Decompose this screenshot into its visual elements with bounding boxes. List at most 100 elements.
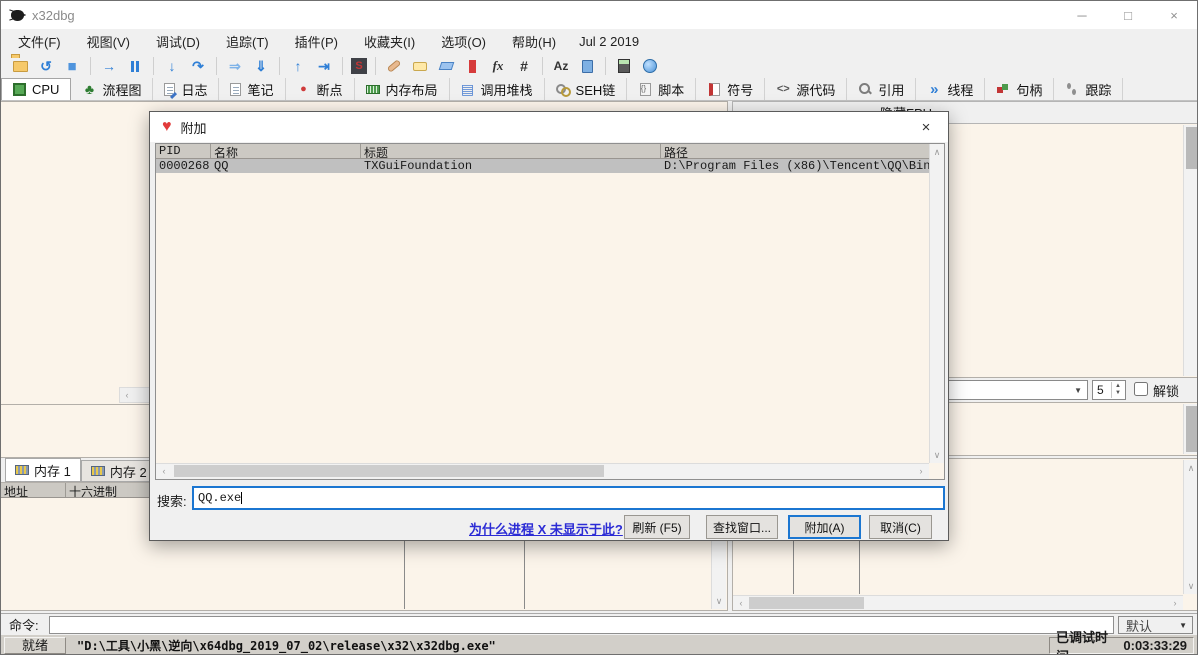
column-name[interactable]: 名称 [211, 144, 361, 158]
maximize-button[interactable]: □ [1105, 1, 1151, 29]
scroll-down-icon[interactable]: ∨ [712, 594, 726, 608]
scroll-up-icon[interactable]: ∧ [930, 145, 944, 159]
tab-memory-2[interactable]: 内存 2 [81, 460, 157, 482]
update-icon[interactable] [577, 57, 597, 76]
execute-till-return-icon[interactable]: ↑ [288, 57, 308, 76]
tab-threads[interactable]: »线程 [916, 78, 985, 100]
rows-spinner[interactable]: 5 ▲▼ [1092, 380, 1126, 400]
process-name: QQ [211, 159, 361, 173]
menu-help[interactable]: 帮助(H) [499, 29, 569, 54]
tab-call-stack[interactable]: ▤调用堆栈 [450, 78, 545, 100]
tab-handles[interactable]: 句柄 [985, 78, 1054, 100]
column-pid[interactable]: PID [156, 144, 211, 158]
scroll-left-icon[interactable]: ‹ [120, 388, 134, 402]
tab-seh-chain[interactable]: SEH链 [545, 78, 628, 100]
tab-script[interactable]: {}脚本 [627, 78, 696, 100]
tab-trace[interactable]: 跟踪 [1054, 78, 1123, 100]
command-bar: 命令: 默认 ▼ [1, 613, 1197, 635]
registers-vscrollbar[interactable] [1183, 125, 1198, 376]
seh-setup-icon[interactable]: S [351, 58, 367, 74]
stop-icon[interactable]: ■ [62, 57, 82, 76]
ram-icon [15, 465, 29, 475]
stack-hscrollbar[interactable]: ‹ › [733, 595, 1183, 610]
comments-icon[interactable] [410, 57, 430, 76]
menu-plugins[interactable]: 插件(P) [282, 29, 351, 54]
stack-vscrollbar[interactable]: ∧ ∨ [1183, 460, 1198, 594]
status-state: 就绪 [4, 637, 66, 654]
step-over-icon[interactable]: ↷ [188, 57, 208, 76]
process-list[interactable]: PID 名称 标题 路径 0000268C QQ TXGuiFoundation… [155, 143, 945, 480]
tab-breakpoints[interactable]: ●断点 [286, 78, 355, 100]
spinner-arrows-icon[interactable]: ▲▼ [1111, 382, 1124, 398]
restart-icon[interactable]: ↺ [36, 57, 56, 76]
scroll-left-icon[interactable]: ‹ [735, 596, 747, 610]
scroll-up-icon[interactable]: ∧ [1184, 461, 1198, 475]
process-list-hscrollbar[interactable]: ‹ › [156, 463, 929, 479]
process-list-vscrollbar[interactable]: ∧ ∨ [929, 144, 944, 463]
tab-symbols[interactable]: 符号 [696, 78, 765, 100]
menu-trace[interactable]: 追踪(T) [213, 29, 282, 54]
open-file-icon[interactable] [10, 57, 30, 76]
search-input[interactable]: QQ.exe [192, 486, 945, 510]
tab-cpu[interactable]: CPU [1, 78, 71, 100]
arguments-vscrollbar[interactable] [1183, 404, 1198, 454]
log-icon [164, 83, 175, 96]
menu-build-date[interactable]: Jul 2 2019 [569, 31, 649, 52]
dialog-close-button[interactable]: × [904, 112, 948, 142]
step-into-icon[interactable]: ↓ [162, 57, 182, 76]
calculator-icon[interactable] [614, 57, 634, 76]
tab-source[interactable]: <>源代码 [765, 78, 847, 100]
scroll-right-icon[interactable]: › [1169, 596, 1181, 610]
tab-graph[interactable]: ♣流程图 [71, 78, 153, 100]
minimize-button[interactable]: ─ [1059, 1, 1105, 29]
toolbar-separator [605, 57, 606, 75]
command-input[interactable] [49, 616, 1114, 634]
scroll-left-icon[interactable]: ‹ [158, 464, 170, 478]
column-address[interactable]: 地址 [1, 483, 66, 497]
menu-view[interactable]: 视图(V) [74, 29, 143, 54]
close-button[interactable]: × [1151, 1, 1197, 29]
run-to-user-code-icon[interactable]: ⇥ [314, 57, 334, 76]
title-bar: x32dbg ─ □ × [1, 1, 1197, 29]
language-icon[interactable] [640, 57, 660, 76]
assemble-icon[interactable]: Az [551, 57, 571, 76]
pause-icon[interactable] [125, 57, 145, 76]
debug-time-value: 0:03:33:29 [1123, 638, 1187, 653]
menu-debug[interactable]: 调试(D) [143, 29, 213, 54]
scroll-thumb[interactable] [1186, 127, 1197, 169]
why-not-shown-link[interactable]: 为什么进程 X 未显示于此? [469, 519, 623, 538]
tab-log[interactable]: 日志 [153, 78, 219, 100]
scroll-right-icon[interactable]: › [915, 464, 927, 478]
scroll-down-icon[interactable]: ∨ [1184, 579, 1198, 593]
profile-dropdown[interactable]: 默认 ▼ [1118, 616, 1193, 634]
scroll-thumb[interactable] [1186, 406, 1197, 452]
attach-dialog-title: 附加 [181, 118, 207, 137]
scroll-thumb[interactable] [174, 465, 604, 477]
functions-icon[interactable]: fx [488, 57, 508, 76]
scroll-down-icon[interactable]: ∨ [930, 448, 944, 462]
run-icon[interactable]: → [99, 57, 119, 76]
process-title: TXGuiFoundation [361, 159, 661, 173]
column-path[interactable]: 路径 [661, 144, 944, 158]
bookmarks-icon[interactable] [462, 57, 482, 76]
unlock-checkbox[interactable] [1134, 382, 1148, 396]
column-title[interactable]: 标题 [361, 144, 661, 158]
process-row-selected[interactable]: 0000268C QQ TXGuiFoundation D:\Program F… [156, 159, 944, 173]
labels-icon[interactable] [436, 57, 456, 76]
tab-memory-1[interactable]: 内存 1 [5, 458, 81, 482]
menu-options[interactable]: 选项(O) [428, 29, 499, 54]
attach-button[interactable]: 附加(A) [788, 515, 861, 539]
scroll-thumb[interactable] [749, 597, 864, 609]
trace-over-icon[interactable]: ⇓ [251, 57, 271, 76]
tab-memory-map[interactable]: 内存布局 [355, 78, 450, 100]
refresh-button[interactable]: 刷新 (F5) [624, 515, 690, 539]
tab-references[interactable]: 引用 [847, 78, 916, 100]
tab-notes[interactable]: 笔记 [219, 78, 285, 100]
cancel-button[interactable]: 取消(C) [869, 515, 932, 539]
control-flow-icon[interactable]: # [514, 57, 534, 76]
patches-icon[interactable] [384, 57, 404, 76]
trace-into-icon[interactable]: ⇒ [225, 57, 245, 76]
menu-favourites[interactable]: 收藏夹(I) [351, 29, 428, 54]
menu-file[interactable]: 文件(F) [5, 29, 74, 54]
find-window-button[interactable]: 查找窗口... [706, 515, 778, 539]
